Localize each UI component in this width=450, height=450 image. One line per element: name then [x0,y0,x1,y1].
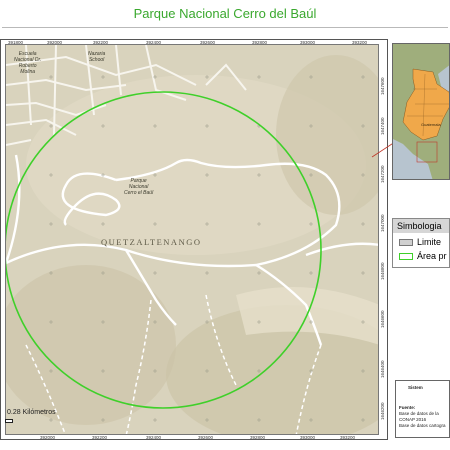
bottom-tick-label: 393000 [300,435,316,440]
bottom-tick-label: 392600 [198,435,214,440]
right-tick-label: 1647000 [380,214,385,232]
legend-item-label: Área pr [417,251,447,261]
legend-header: Simbologia [393,219,449,233]
bottom-tick-label: 392400 [146,435,162,440]
right-tick-label: 1646400 [380,360,385,378]
region-label: QUETZALTENANGO [101,237,202,247]
school-label: Escuela Nacional Dr. Roberto Molina [14,51,42,75]
info-line: Base de datos cartogra [399,423,446,428]
bottom-tick-label: 392800 [250,435,266,440]
info-title: Sistem [408,385,423,390]
scale-label: 0.28 Kilómetros [7,409,56,416]
info-box: Sistem Fuente: Base de datos de la CONAP… [395,380,450,438]
limit-swatch [399,239,413,247]
protected-area-swatch [399,253,413,261]
locator-inset-map[interactable]: Guatemala [392,43,450,180]
legend-item-label: Limite [417,237,442,247]
park-label: Parque Nacional Cerro el Baúl [124,178,154,196]
inset-country-label: Guatemala [421,122,441,127]
info-line: Base de datos de la [399,411,439,416]
right-tick-label: 1646800 [380,262,385,280]
title-divider [2,27,448,28]
info-line: CONAP 2016 [399,417,427,422]
map-title: Parque Nacional Cerro del Baúl [133,6,317,21]
info-line: Fuente: [399,405,416,410]
bottom-tick-label: 392000 [40,435,56,440]
bottom-tick-label: 392200 [92,435,108,440]
legend-item-protected-area: Área pr [399,251,447,261]
bottom-tick-label: 393200 [340,435,356,440]
legend: Simbologia Limite Área pr [392,218,450,268]
main-map[interactable]: Escuela Nacional Dr. Roberto Molina Naza… [5,44,379,435]
school2-label: Nazaria School [88,51,106,63]
right-tick-label: 1647600 [380,77,385,95]
legend-item-limit: Limite [399,237,441,247]
scale-bar [5,419,13,423]
right-tick-label: 1646200 [380,402,385,420]
inset-svg [393,44,449,179]
right-tick-label: 1646600 [380,310,385,328]
